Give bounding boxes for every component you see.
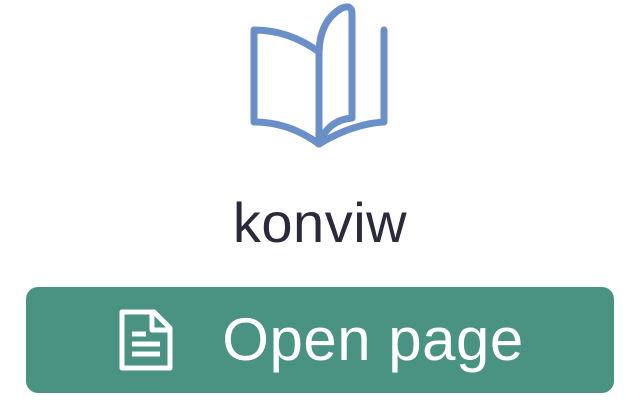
open-page-button[interactable]: Open page [26, 287, 614, 393]
popup-panel: konviw Open page [0, 0, 640, 400]
open-book-icon [250, 3, 388, 148]
open-page-label: Open page [222, 306, 524, 373]
app-name: konviw [232, 191, 408, 254]
document-icon [119, 309, 173, 371]
